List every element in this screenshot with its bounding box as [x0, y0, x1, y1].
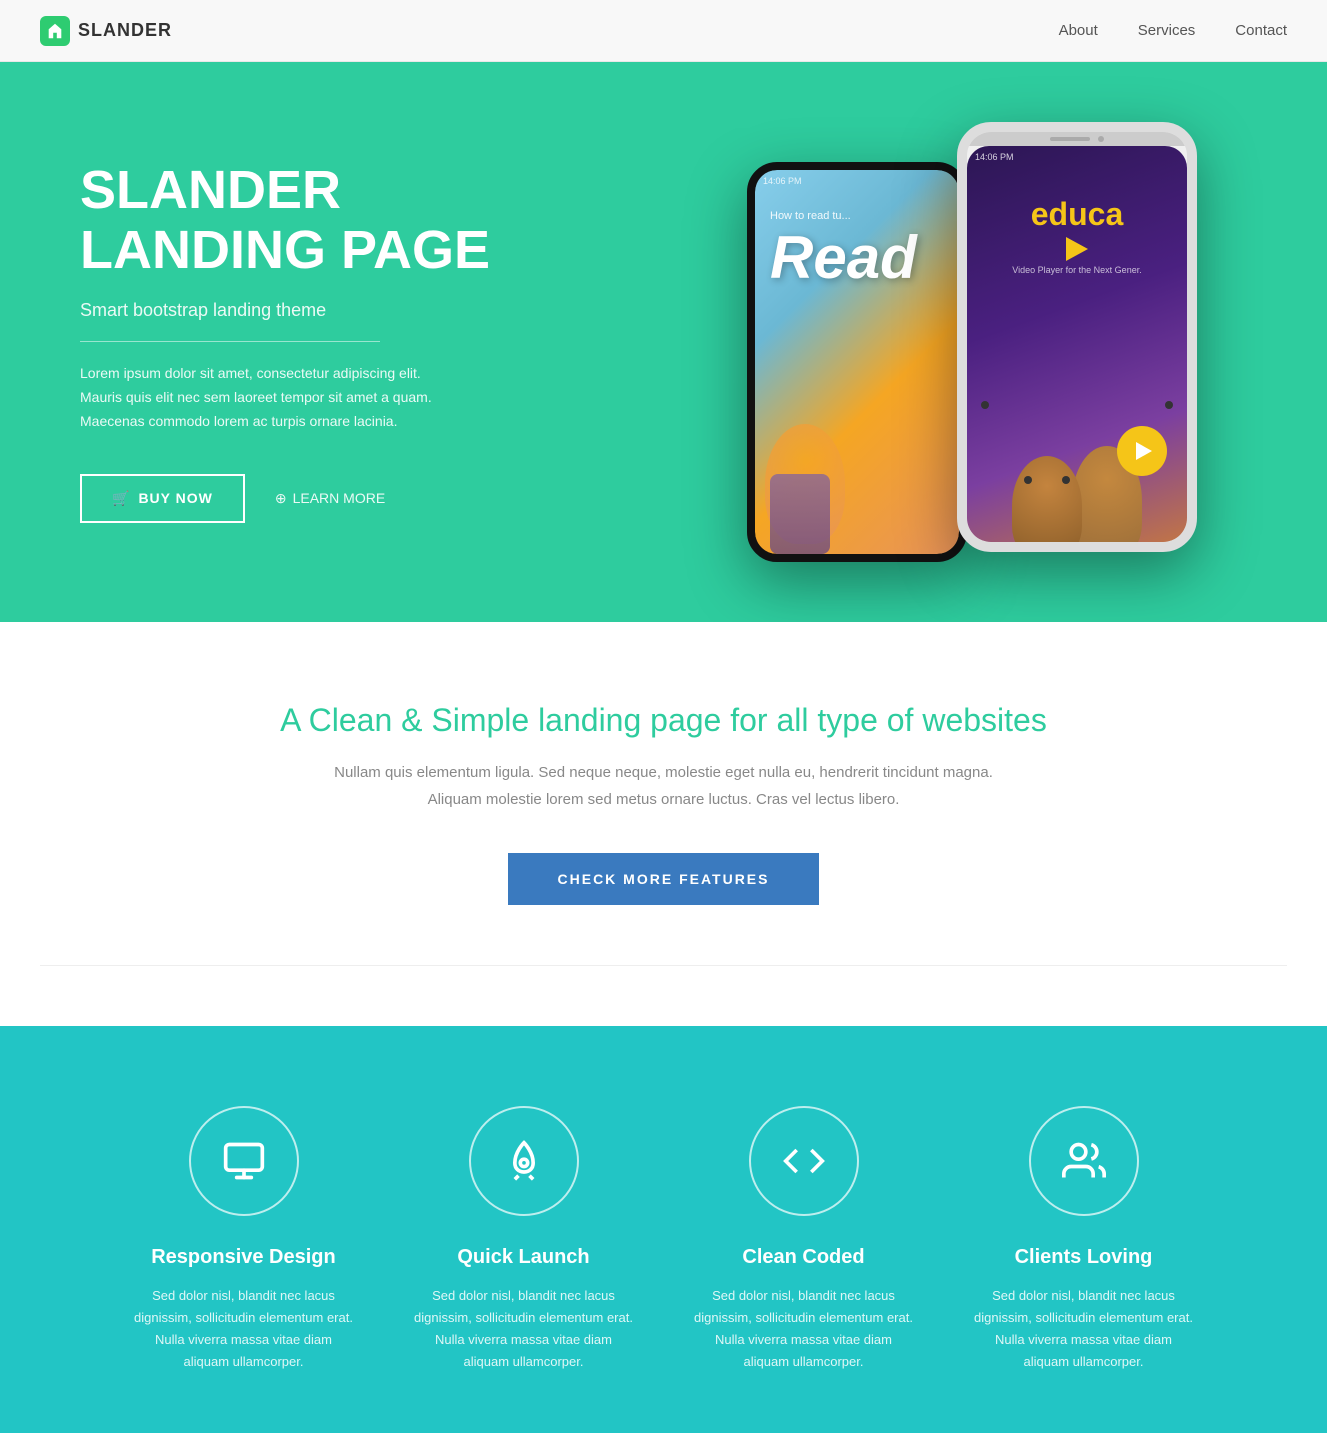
phone-screen-black: 14:06 PM How to read tu... Read	[755, 170, 959, 554]
learn-more-button[interactable]: ⊕ LEARN MORE	[275, 490, 385, 507]
rocket-icon	[502, 1139, 546, 1183]
service-desc-code: Sed dolor nisl, blandit nec lacus dignis…	[694, 1285, 914, 1373]
services-grid: Responsive Design Sed dolor nisl, blandi…	[114, 1106, 1214, 1373]
code-icon	[782, 1139, 826, 1183]
phone-content-white: educa Video Player for the Next Gener.	[967, 146, 1187, 295]
service-clients: Clients Loving Sed dolor nisl, blandit n…	[974, 1106, 1194, 1373]
hero-section: SLANDER LANDING PAGE Smart bootstrap lan…	[0, 62, 1327, 622]
service-desc-launch: Sed dolor nisl, blandit nec lacus dignis…	[414, 1285, 634, 1373]
navbar: SLANDER About Services Contact	[0, 0, 1327, 62]
nav-about[interactable]: About	[1059, 22, 1098, 40]
hero-content: SLANDER LANDING PAGE Smart bootstrap lan…	[80, 161, 580, 522]
character-left	[1012, 456, 1082, 552]
character-body	[770, 474, 830, 554]
phone-time-black: 14:06 PM	[763, 176, 802, 186]
hero-divider	[80, 341, 380, 342]
service-responsive: Responsive Design Sed dolor nisl, blandi…	[134, 1106, 354, 1373]
phone-read-text: Read	[770, 228, 917, 288]
app-name: educa	[1031, 196, 1123, 233]
phone-black: 14:06 PM How to read tu... Read	[747, 162, 967, 562]
hero-subtitle: Smart bootstrap landing theme	[80, 300, 580, 321]
buy-now-button[interactable]: 🛒 BUY NOW	[80, 474, 245, 523]
features-section: A Clean & Simple landing page for all ty…	[0, 622, 1327, 1026]
phone-time-white: 14:06 PM	[975, 152, 1014, 162]
features-divider	[40, 965, 1287, 966]
service-desc-clients: Sed dolor nisl, blandit nec lacus dignis…	[974, 1285, 1194, 1373]
play-icon	[1066, 237, 1088, 261]
features-description: Nullam quis elementum ligula. Sed neque …	[314, 759, 1014, 813]
shopping-icon: 🛒	[112, 490, 130, 507]
brand: SLANDER	[40, 16, 172, 46]
play-button-overlay	[1117, 426, 1167, 476]
service-title-clients: Clients Loving	[1015, 1246, 1153, 1269]
nav-contact[interactable]: Contact	[1235, 22, 1287, 40]
app-subtitle: Video Player for the Next Gener.	[1012, 265, 1141, 275]
clients-icon-circle	[1029, 1106, 1139, 1216]
responsive-icon-circle	[189, 1106, 299, 1216]
phone-app-tagline: How to read tu...	[770, 210, 851, 222]
phone-white: 14:06 PM educa Video Player for the Next…	[957, 122, 1197, 552]
features-title: A Clean & Simple landing page for all ty…	[40, 702, 1287, 739]
service-title-code: Clean Coded	[742, 1246, 864, 1269]
hero-phones: 14:06 PM How to read tu... Read 14:06 PM…	[580, 122, 1247, 562]
circle-plus-icon: ⊕	[275, 490, 287, 507]
code-icon-circle	[749, 1106, 859, 1216]
phone-speaker	[967, 132, 1187, 146]
service-desc-responsive: Sed dolor nisl, blandit nec lacus dignis…	[134, 1285, 354, 1373]
launch-icon-circle	[469, 1106, 579, 1216]
nav-services[interactable]: Services	[1138, 22, 1196, 40]
hero-title: SLANDER LANDING PAGE	[80, 161, 580, 280]
hero-description: Lorem ipsum dolor sit amet, consectetur …	[80, 362, 440, 433]
check-features-button[interactable]: CHECK MORE FEATURES	[508, 853, 820, 905]
users-icon	[1062, 1139, 1106, 1183]
service-code: Clean Coded Sed dolor nisl, blandit nec …	[694, 1106, 914, 1373]
brand-icon	[40, 16, 70, 46]
nav-links: About Services Contact	[1059, 22, 1287, 40]
service-title-launch: Quick Launch	[457, 1246, 589, 1269]
service-launch: Quick Launch Sed dolor nisl, blandit nec…	[414, 1106, 634, 1373]
service-title-responsive: Responsive Design	[151, 1246, 336, 1269]
services-section: Responsive Design Sed dolor nisl, blandi…	[0, 1026, 1327, 1433]
hero-buttons: 🛒 BUY NOW ⊕ LEARN MORE	[80, 474, 580, 523]
phone-content-black: How to read tu... Read	[755, 170, 959, 298]
monitor-icon	[222, 1139, 266, 1183]
brand-name: SLANDER	[78, 20, 172, 41]
phone-screen-white: 14:06 PM educa Video Player for the Next…	[967, 146, 1187, 552]
